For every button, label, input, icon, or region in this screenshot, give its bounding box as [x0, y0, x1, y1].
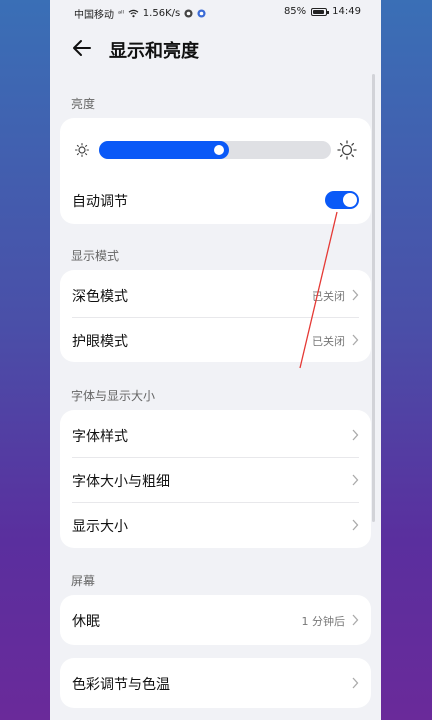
signal-icon: ᵃˡˡ: [118, 9, 124, 18]
status-bar: 中国移动 ᵃˡˡ 1.56K/s 85% 14:49: [50, 0, 381, 24]
toggle-knob: [343, 193, 357, 207]
section-label-font-size: 字体与显示大小: [71, 389, 156, 403]
app-notification-icon: [197, 9, 206, 18]
scrollbar[interactable]: [372, 74, 375, 522]
sleep-value: 1 分钟后: [301, 615, 346, 628]
chevron-right-icon: [352, 334, 359, 346]
wifi-icon: [128, 9, 139, 18]
back-arrow-icon[interactable]: [70, 36, 94, 60]
chevron-right-icon: [352, 289, 359, 301]
font-size-weight-row[interactable]: 字体大小与粗细: [60, 458, 371, 502]
eye-comfort-row[interactable]: 护眼模式 已关闭: [60, 318, 371, 362]
settings-screen: 中国移动 ᵃˡˡ 1.56K/s 85% 14:49 显示和亮度 亮度 自动调节…: [50, 0, 381, 720]
battery-percent: 85%: [283, 6, 307, 17]
font-size-weight-label: 字体大小与粗细: [72, 474, 170, 490]
chevron-right-icon: [352, 474, 359, 486]
auto-brightness-label: 自动调节: [72, 194, 128, 210]
color-temp-label: 色彩调节与色温: [72, 677, 170, 693]
dark-mode-status: 已关闭: [312, 290, 345, 303]
sleep-label: 休眠: [72, 614, 100, 630]
eye-comfort-status: 已关闭: [312, 335, 345, 348]
sleep-card: 休眠 1 分钟后: [60, 595, 371, 645]
carrier-label: 中国移动: [74, 10, 114, 21]
section-label-brightness: 亮度: [71, 97, 96, 111]
network-speed: 1.56K/s: [142, 8, 181, 19]
display-size-row[interactable]: 显示大小: [60, 503, 371, 547]
sun-dim-icon: [74, 142, 90, 158]
display-mode-card: 深色模式 已关闭 护眼模式 已关闭: [60, 270, 371, 362]
app-notification-icon: [184, 9, 193, 18]
auto-brightness-toggle[interactable]: [325, 191, 359, 209]
clock: 14:49: [332, 6, 361, 17]
brightness-slider[interactable]: [99, 141, 331, 159]
page-header: 显示和亮度: [50, 28, 381, 68]
chevron-right-icon: [352, 614, 359, 626]
chevron-right-icon: [352, 677, 359, 689]
dark-mode-row[interactable]: 深色模式 已关闭: [60, 273, 371, 317]
sun-bright-icon: [337, 140, 357, 160]
sleep-row[interactable]: 休眠 1 分钟后: [60, 598, 371, 642]
chevron-right-icon: [352, 519, 359, 531]
brightness-card: 自动调节: [60, 118, 371, 224]
display-size-label: 显示大小: [72, 519, 128, 535]
font-style-row[interactable]: 字体样式: [60, 413, 371, 457]
chevron-right-icon: [352, 429, 359, 441]
battery-icon: [311, 7, 330, 16]
section-label-display-mode: 显示模式: [71, 249, 120, 263]
color-temp-row[interactable]: 色彩调节与色温: [60, 661, 371, 705]
dark-mode-label: 深色模式: [72, 289, 128, 305]
auto-brightness-row[interactable]: 自动调节: [60, 178, 371, 222]
color-temp-card: 色彩调节与色温: [60, 658, 371, 708]
page-title: 显示和亮度: [109, 41, 199, 62]
section-label-screen: 屏幕: [71, 574, 96, 588]
font-style-label: 字体样式: [72, 429, 128, 445]
brightness-slider-thumb[interactable]: [213, 145, 224, 155]
brightness-slider-fill: [99, 141, 229, 159]
eye-comfort-label: 护眼模式: [72, 334, 128, 350]
font-size-card: 字体样式 字体大小与粗细 显示大小: [60, 410, 371, 548]
